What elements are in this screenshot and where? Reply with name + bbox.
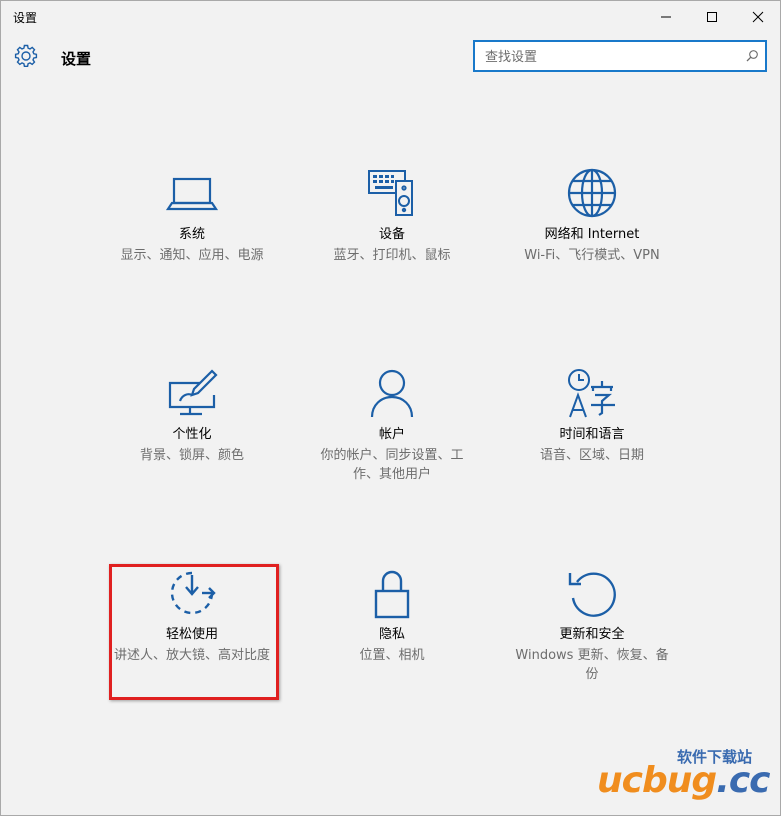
tile-title: 网络和 Internet (544, 227, 640, 242)
tile-title: 时间和语言 (559, 427, 625, 442)
settings-header: 设置 (1, 37, 780, 81)
tile-time-language[interactable]: 时间和语言 语音、区域、日期 (492, 365, 692, 465)
tile-accounts[interactable]: 帐户 你的帐户、同步设置、工作、其他用户 (292, 365, 492, 484)
watermark-logo: 软件下载站 ucbug.cc (597, 746, 777, 808)
tile-description: 显示、通知、应用、电源 (120, 248, 264, 263)
tile-ease-of-access[interactable]: 轻松使用 讲述人、放大镜、高对比度 (92, 565, 292, 665)
lock-icon (364, 565, 420, 621)
tile-title: 个性化 (172, 427, 212, 442)
watermark-brand: ucbug.cc (597, 760, 771, 801)
tile-description: 蓝牙、打印机、鼠标 (333, 248, 451, 263)
watermark-brand-name: ucbug (597, 760, 717, 801)
gear-icon (14, 44, 38, 67)
tile-privacy[interactable]: 隐私 位置、相机 (292, 565, 492, 665)
maximize-button[interactable] (689, 1, 735, 33)
time-language-icon (564, 365, 620, 421)
page-title: 设置 (61, 50, 92, 68)
tile-description: 语音、区域、日期 (539, 448, 644, 463)
search-input[interactable] (483, 47, 737, 67)
tile-description: 讲述人、放大镜、高对比度 (113, 648, 270, 663)
devices-icon (364, 165, 420, 221)
tile-title: 系统 (178, 227, 205, 242)
search-icon[interactable] (745, 49, 759, 63)
tile-description: 你的帐户、同步设置、工作、其他用户 (320, 448, 464, 482)
laptop-icon (164, 165, 220, 221)
tile-network[interactable]: 网络和 Internet Wi-Fi、飞行模式、VPN (492, 165, 692, 265)
tile-system[interactable]: 系统 显示、通知、应用、电源 (92, 165, 292, 265)
maximize-icon (707, 12, 717, 22)
tile-description: Windows 更新、恢复、备份 (515, 648, 669, 682)
tile-description: Wi-Fi、飞行模式、VPN (524, 248, 660, 263)
tile-title: 设备 (378, 227, 405, 242)
tile-description: 背景、锁屏、颜色 (139, 448, 244, 463)
person-icon (364, 365, 420, 421)
minimize-icon (661, 16, 671, 18)
tile-title: 帐户 (378, 427, 405, 442)
tile-title: 轻松使用 (165, 627, 218, 642)
tile-devices[interactable]: 设备 蓝牙、打印机、鼠标 (292, 165, 492, 265)
minimize-button[interactable] (643, 1, 689, 33)
tile-update-security[interactable]: 更新和安全 Windows 更新、恢复、备份 (492, 565, 692, 684)
close-button[interactable] (735, 1, 781, 33)
personalization-icon (164, 365, 220, 421)
refresh-icon (564, 565, 620, 621)
search-box[interactable] (473, 40, 767, 72)
watermark-suffix: .cc (716, 760, 770, 801)
tile-title: 更新和安全 (559, 627, 625, 642)
globe-icon (564, 165, 620, 221)
tile-description: 位置、相机 (359, 648, 425, 663)
window-title: 设置 (13, 11, 38, 25)
tile-title: 隐私 (378, 627, 405, 642)
close-icon (752, 11, 764, 23)
ease-of-access-icon (164, 565, 220, 621)
title-bar[interactable]: 设置 (1, 1, 780, 33)
settings-window: 设置 设置 查找设置 系统 显示、通知、应用、电源 设备 蓝牙、打印机、鼠标 网… (0, 0, 781, 816)
tile-personalization[interactable]: 个性化 背景、锁屏、颜色 (92, 365, 292, 465)
